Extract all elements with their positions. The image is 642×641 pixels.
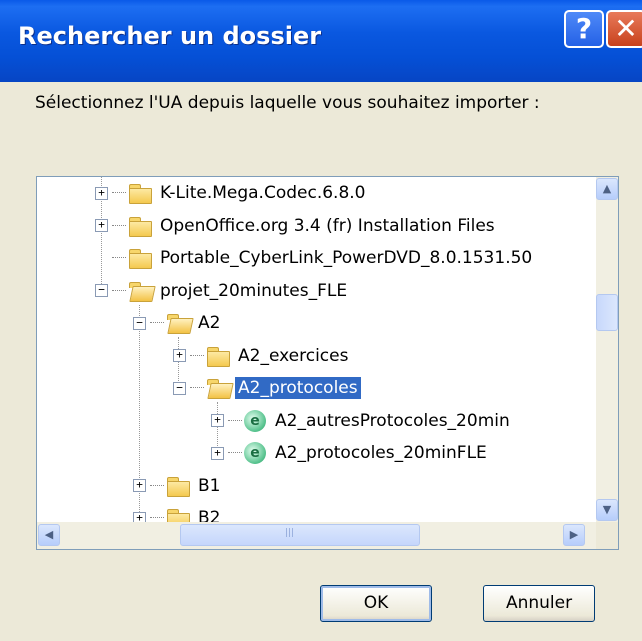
tree-item-label: A2_protocoles [235,377,361,399]
tree-item[interactable]: + e A2_protocoles_20minFLE [211,437,490,469]
tree-item-label: K-Lite.Mega.Codec.6.8.0 [160,183,366,203]
tree-connector [112,289,126,292]
collapse-toggle[interactable]: − [133,316,146,330]
help-button[interactable]: ? [564,10,604,48]
expand-toggle[interactable]: + [173,349,186,362]
expand-toggle[interactable]: + [211,414,224,427]
tree-item-label: OpenOffice.org 3.4 (fr) Installation Fil… [160,215,495,236]
tree-item[interactable]: + OpenOffice.org 3.4 (fr) Installation Fi… [95,210,498,242]
close-button[interactable]: ✕ [606,10,642,48]
vertical-scrollbar[interactable]: ▲ ▼ [596,177,618,522]
tree-item[interactable]: + e A2_autresProtocoles_20min [211,405,513,437]
tree-connector [112,224,126,227]
tree-item-label: A2 [198,313,221,333]
cancel-button[interactable]: Annuler [483,585,595,622]
tree-connector [112,257,126,259]
tree-item-label: A2_protocoles_20minFLE [275,443,487,463]
learning-unit-icon: e [244,442,266,464]
window-title: Rechercher un dossier [18,22,322,50]
folder-icon [128,248,152,269]
horizontal-scrollbar[interactable]: ◀ ||| ▶ [37,522,596,549]
tree-item[interactable]: + B2 [133,502,223,522]
tree-item[interactable]: − A2 [133,307,223,339]
tree-item-label: B2 [198,508,221,522]
tree-item-label: projet_20minutes_FLE [160,280,348,301]
folder-open-icon [128,281,156,302]
tree-item-label: Portable_CyberLink_PowerDVD_8.0.1531.50 [160,248,533,268]
vertical-scroll-thumb[interactable] [596,294,618,331]
tree-item[interactable]: + B1 [133,470,223,502]
scroll-down-button[interactable]: ▼ [596,499,618,521]
horizontal-scroll-thumb[interactable]: ||| [180,524,420,546]
collapse-toggle[interactable]: − [173,381,186,395]
scroll-up-button[interactable]: ▲ [596,178,618,200]
scroll-grip: ||| [285,528,295,538]
tree-item[interactable]: − projet_20minutes_FLE [95,275,350,307]
ok-button[interactable]: OK [320,585,432,622]
folder-icon [206,346,230,367]
folder-icon [128,183,152,204]
expand-toggle[interactable]: + [133,511,146,522]
folder-icon [166,476,190,497]
folder-icon [128,216,152,237]
tree-item-label: B1 [198,475,221,496]
expand-toggle[interactable]: + [211,446,224,460]
scrollbar-corner [596,522,618,549]
collapse-toggle[interactable]: − [95,284,108,297]
tree-connector [190,387,204,389]
folder-tree-view[interactable]: + K-Lite.Mega.Codec.6.8.0 + OpenOffice.org … [36,176,619,550]
folder-open-icon [206,378,234,399]
instruction-text: Sélectionnez l'UA depuis laquelle vous s… [35,93,540,113]
tree-connector [190,354,204,357]
tree-item[interactable]: − A2_protocoles [173,372,361,404]
tree-connector [228,452,242,454]
scroll-right-button[interactable]: ▶ [563,524,585,546]
expand-toggle[interactable]: + [95,219,108,232]
tree-connector [150,322,164,324]
scroll-left-button[interactable]: ◀ [38,524,60,546]
tree-item-label: A2_exercices [238,345,349,366]
tree-item[interactable]: Portable_CyberLink_PowerDVD_8.0.1531.50 [95,242,535,274]
folder-icon [166,508,190,522]
expand-toggle[interactable]: + [95,186,108,200]
title-bar[interactable]: Rechercher un dossier ? ✕ [0,0,642,82]
tree-connector [150,484,164,487]
folder-open-icon [166,313,194,334]
tree-connector [150,517,164,519]
tree-connector [228,419,242,422]
tree-item[interactable]: + K-Lite.Mega.Codec.6.8.0 [95,177,369,209]
tree-item-label: A2_autresProtocoles_20min [275,410,510,431]
learning-unit-icon: e [244,409,266,432]
folder-tree: + K-Lite.Mega.Codec.6.8.0 + OpenOffice.org … [37,177,597,522]
tree-connector [112,192,126,194]
expand-toggle[interactable]: + [133,479,146,492]
tree-item[interactable]: + A2_exercices [173,340,351,372]
